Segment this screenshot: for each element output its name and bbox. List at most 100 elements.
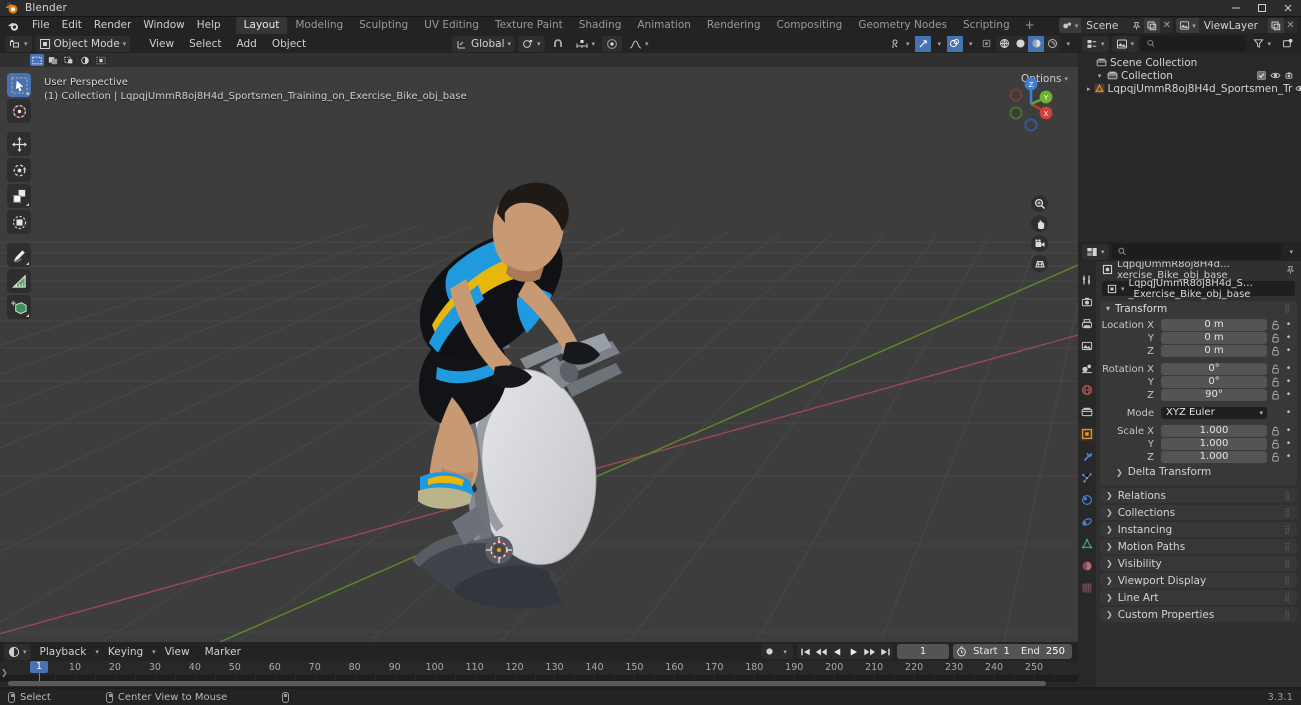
editor-type-selector[interactable]: ▾ <box>5 35 32 52</box>
rotation-z-field[interactable]: 90° <box>1161 389 1267 401</box>
animate-property-icon[interactable]: • <box>1284 364 1293 374</box>
properties-options-selector[interactable]: ▾ <box>1285 244 1297 260</box>
object-name-field[interactable]: ▾ LqpqjUmmR8oj8H4d_S…_Exercise_Bike_obj_… <box>1102 278 1295 300</box>
set-new-selection-button[interactable] <box>30 54 44 66</box>
lock-icon[interactable] <box>1270 452 1281 462</box>
scale-y-field[interactable]: 1.000 <box>1161 438 1267 450</box>
menu-window[interactable]: Window <box>137 18 190 33</box>
instancing-panel[interactable]: ❯ Instancing ⣿ <box>1100 522 1297 537</box>
timeline-sidebar-toggle[interactable]: ❯ <box>1 668 8 677</box>
prev-keyframe-icon[interactable] <box>813 644 829 659</box>
menu-render[interactable]: Render <box>88 18 137 33</box>
lock-icon[interactable] <box>1270 346 1281 356</box>
checkbox-icon[interactable] <box>1257 71 1266 80</box>
animate-property-icon[interactable]: • <box>1284 426 1293 436</box>
overlay-options-selector[interactable]: ▾ <box>965 36 977 52</box>
delta-transform-subpanel[interactable]: ❯ Delta Transform <box>1112 465 1293 479</box>
scale-tool[interactable] <box>7 184 31 208</box>
extend-selection-button[interactable] <box>46 54 60 66</box>
object-tab[interactable] <box>1079 427 1095 441</box>
show-gizmo-toggle[interactable] <box>915 35 932 52</box>
auto-keying-options[interactable]: ▾ <box>777 644 793 659</box>
shading-options-selector[interactable]: ▾ <box>1062 36 1074 52</box>
new-view-layer-button[interactable] <box>1268 18 1284 33</box>
transform-orientation-selector[interactable]: Global ▾ <box>452 35 516 52</box>
menu-help[interactable]: Help <box>191 18 227 33</box>
view-layer-browse-icon[interactable]: ▾ <box>1176 18 1199 33</box>
physics-tab[interactable] <box>1079 493 1095 507</box>
workspace-tab-sculpting[interactable]: Sculpting <box>351 17 416 34</box>
pan-icon[interactable] <box>1031 215 1048 232</box>
viewport-menu-object[interactable]: Object <box>266 36 312 52</box>
world-tab[interactable] <box>1079 383 1095 397</box>
object-mode-selector[interactable]: Object Mode ▾ <box>34 35 131 52</box>
constraints-tab[interactable] <box>1079 515 1095 529</box>
rotate-tool[interactable] <box>7 158 31 182</box>
annotate-tool[interactable] <box>7 243 31 267</box>
visibility-panel[interactable]: ❯ Visibility ⣿ <box>1100 556 1297 571</box>
rotation-x-field[interactable]: 0° <box>1161 363 1267 375</box>
lock-icon[interactable] <box>1270 320 1281 330</box>
visibility-selector[interactable]: ▾ <box>886 36 914 52</box>
workspace-tab-animation[interactable]: Animation <box>629 17 699 34</box>
modifiers-tab[interactable] <box>1079 449 1095 463</box>
xray-toggle[interactable] <box>978 36 994 52</box>
pivot-point-selector[interactable]: ▾ <box>518 35 545 52</box>
outliner-new-collection-button[interactable] <box>1278 36 1297 52</box>
camera-render-icon[interactable] <box>1285 71 1295 80</box>
tool-tab[interactable] <box>1079 273 1095 287</box>
lock-icon[interactable] <box>1270 377 1281 387</box>
wireframe-shading-button[interactable] <box>996 36 1012 52</box>
workspace-tab-rendering[interactable]: Rendering <box>699 17 769 34</box>
proportional-editing-icon[interactable] <box>602 35 623 52</box>
workspace-tab-texture-paint[interactable]: Texture Paint <box>487 17 571 34</box>
workspace-tab-uv-editing[interactable]: UV Editing <box>416 17 487 34</box>
timeline-scrollbar[interactable] <box>8 681 1046 686</box>
playhead-frame-label[interactable]: 1 <box>30 661 48 673</box>
menu-edit[interactable]: Edit <box>56 18 88 33</box>
rotation-y-field[interactable]: 0° <box>1161 376 1267 388</box>
animate-property-icon[interactable]: • <box>1284 390 1293 400</box>
animate-property-icon[interactable]: • <box>1284 452 1293 462</box>
lock-icon[interactable] <box>1270 426 1281 436</box>
workspace-tab-modeling[interactable]: Modeling <box>287 17 351 34</box>
snap-settings-selector[interactable]: ▾ <box>571 36 600 52</box>
rendered-shading-button[interactable] <box>1044 36 1060 52</box>
outliner-filter-button[interactable]: ▾ <box>1249 36 1275 52</box>
animate-property-icon[interactable]: • <box>1284 377 1293 387</box>
collection-tab[interactable] <box>1079 405 1095 419</box>
animate-property-icon[interactable]: • <box>1284 439 1293 449</box>
ortho-persp-icon[interactable] <box>1031 255 1048 272</box>
custom-properties-panel[interactable]: ❯ Custom Properties ⣿ <box>1100 607 1297 622</box>
solid-shading-button[interactable] <box>1012 36 1028 52</box>
zoom-icon[interactable] <box>1031 195 1048 212</box>
workspace-tab-scripting[interactable]: Scripting <box>955 17 1018 34</box>
start-frame-value[interactable]: 1 <box>1002 646 1017 657</box>
new-scene-button[interactable] <box>1144 18 1161 33</box>
scene-selector[interactable]: ▾ Scene ✕ <box>1058 18 1174 33</box>
invert-selection-button[interactable] <box>78 54 92 66</box>
animate-property-icon[interactable]: • <box>1284 408 1293 418</box>
camera-icon[interactable] <box>1031 235 1048 252</box>
timeline-editor-type-selector[interactable]: ▾ <box>4 643 31 660</box>
viewport-menu-add[interactable]: Add <box>231 36 263 52</box>
scale-x-field[interactable]: 1.000 <box>1161 425 1267 437</box>
location-y-field[interactable]: 0 m <box>1161 332 1267 344</box>
outliner-search-input[interactable] <box>1158 38 1241 49</box>
view-layer-tab[interactable] <box>1079 339 1095 353</box>
workspace-tab-layout[interactable]: Layout <box>235 17 288 34</box>
viewport-menu-select[interactable]: Select <box>183 36 227 52</box>
workspace-tab-compositing[interactable]: Compositing <box>769 17 851 34</box>
location-x-field[interactable]: 0 m <box>1161 319 1267 331</box>
scene-browse-icon[interactable]: ▾ <box>1058 18 1082 33</box>
outliner-row-collection[interactable]: ▾ Collection <box>1078 69 1301 82</box>
transform-tool[interactable] <box>7 210 31 234</box>
auto-keying-toggle[interactable] <box>761 644 777 659</box>
outliner-display-mode-selector[interactable]: ▾ <box>1111 35 1139 52</box>
use-preview-range-icon[interactable] <box>953 646 969 657</box>
properties-search-box[interactable] <box>1111 244 1283 259</box>
move-tool[interactable] <box>7 132 31 156</box>
object-name-value[interactable]: LqpqjUmmR8oj8H4d_S…_Exercise_Bike_obj_ba… <box>1129 278 1290 300</box>
viewport-menu-view[interactable]: View <box>143 36 180 52</box>
disclosure-icon[interactable]: ▾ <box>1095 72 1104 80</box>
